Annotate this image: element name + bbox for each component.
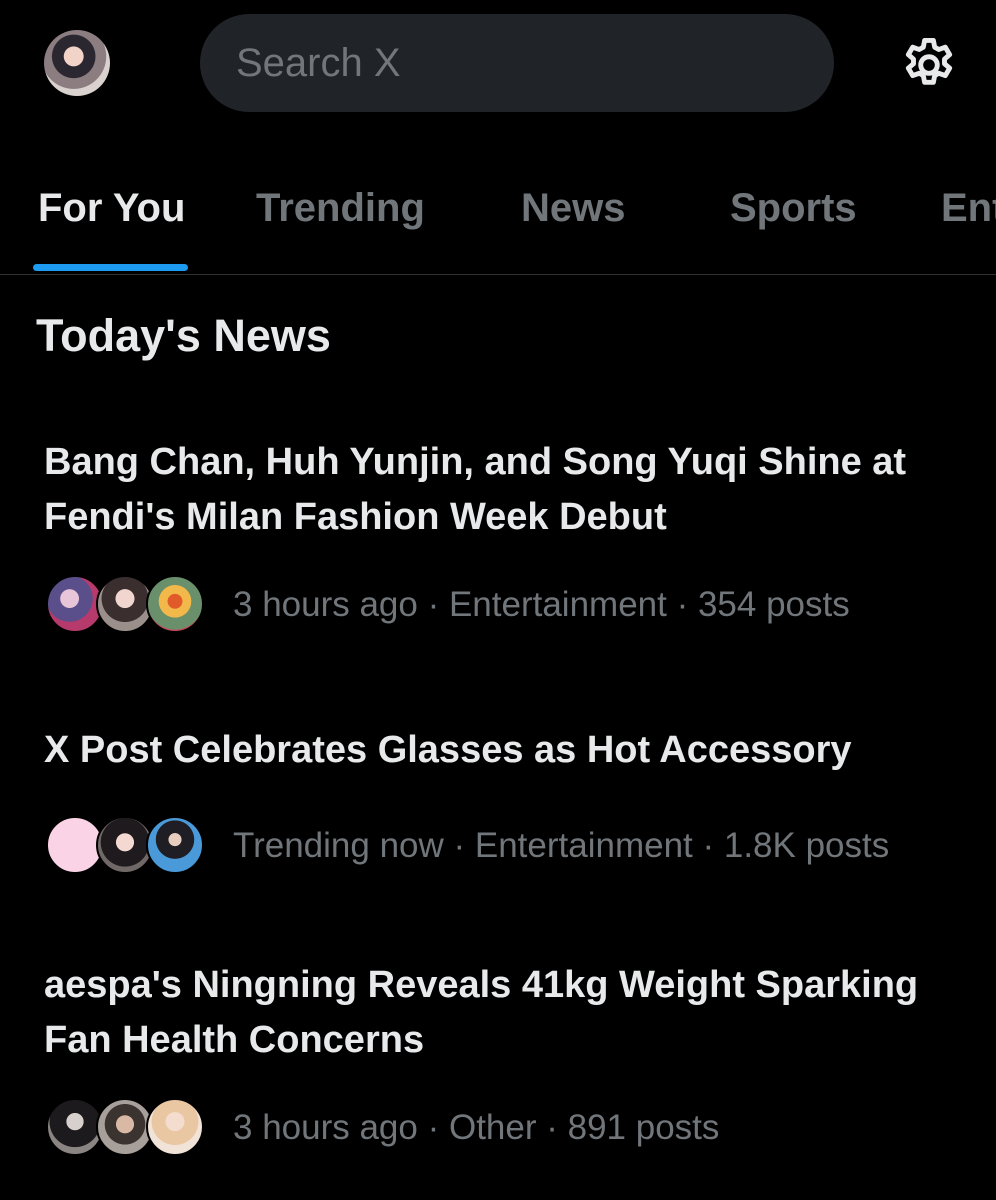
news-story[interactable]: X Post Celebrates Glasses as Hot Accesso… xyxy=(44,723,964,878)
tab-entertainment[interactable]: Ent xyxy=(941,186,996,231)
gear-icon[interactable] xyxy=(898,34,960,96)
top-bar xyxy=(0,0,996,130)
tab-news[interactable]: News xyxy=(521,186,626,231)
story-title[interactable]: Bang Chan, Huh Yunjin, and Song Yuqi Shi… xyxy=(44,435,964,545)
search-box[interactable] xyxy=(200,14,834,112)
profile-avatar[interactable] xyxy=(44,30,110,96)
story-meta: 3 hours ago · Entertainment · 354 posts xyxy=(233,585,850,624)
tab-for-you[interactable]: For You xyxy=(38,186,185,231)
search-input[interactable] xyxy=(234,39,798,87)
avatar xyxy=(146,816,204,874)
tab-sports[interactable]: Sports xyxy=(730,186,857,231)
avatar xyxy=(146,575,204,633)
news-story[interactable]: Bang Chan, Huh Yunjin, and Song Yuqi Shi… xyxy=(44,435,964,637)
avatar xyxy=(146,1098,204,1156)
story-meta-row: Trending now · Entertainment · 1.8K post… xyxy=(44,816,964,878)
story-meta-row: 3 hours ago · Entertainment · 354 posts xyxy=(44,575,964,637)
story-title[interactable]: X Post Celebrates Glasses as Hot Accesso… xyxy=(44,723,964,778)
active-tab-indicator xyxy=(33,264,188,271)
section-title: Today's News xyxy=(36,310,331,361)
story-meta: Trending now · Entertainment · 1.8K post… xyxy=(233,826,890,865)
news-story[interactable]: aespa's Ningning Reveals 41kg Weight Spa… xyxy=(44,958,964,1160)
tab-trending[interactable]: Trending xyxy=(256,186,425,231)
explore-tabs: For You Trending News Sports Ent xyxy=(0,150,996,275)
story-meta-row: 3 hours ago · Other · 891 posts xyxy=(44,1098,964,1160)
story-meta: 3 hours ago · Other · 891 posts xyxy=(233,1108,720,1147)
story-title[interactable]: aespa's Ningning Reveals 41kg Weight Spa… xyxy=(44,958,964,1068)
